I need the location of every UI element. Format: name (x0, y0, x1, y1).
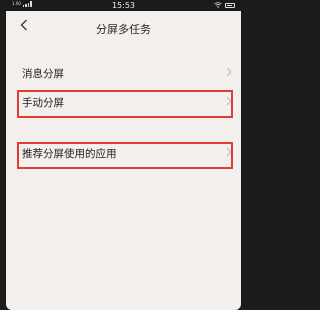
status-bar: 1.00 15:53 (6, 0, 241, 11)
chevron-right-icon (226, 147, 232, 160)
phone-screen: 1.00 15:53 分屏多任务 消息分屏 手动分屏 推荐分屏使用的应用 (6, 0, 241, 310)
setting-item-recommended-apps[interactable]: 推荐分屏使用的应用 (22, 144, 232, 166)
setting-item-label: 手动分屏 (22, 97, 64, 109)
setting-item-label: 推荐分屏使用的应用 (22, 148, 117, 160)
battery-icon (225, 2, 235, 8)
setting-item-label: 消息分屏 (22, 68, 64, 80)
page-title: 分屏多任务 (96, 23, 151, 36)
chevron-right-icon (226, 96, 232, 109)
setting-item-manual-split[interactable]: 手动分屏 (22, 93, 232, 115)
chevron-right-icon (226, 67, 232, 80)
nav-bar: 分屏多任务 (6, 12, 241, 42)
status-time: 15:53 (111, 1, 136, 10)
setting-item-message-split[interactable]: 消息分屏 (22, 64, 232, 86)
wifi-icon (214, 2, 222, 8)
status-right (214, 2, 235, 8)
